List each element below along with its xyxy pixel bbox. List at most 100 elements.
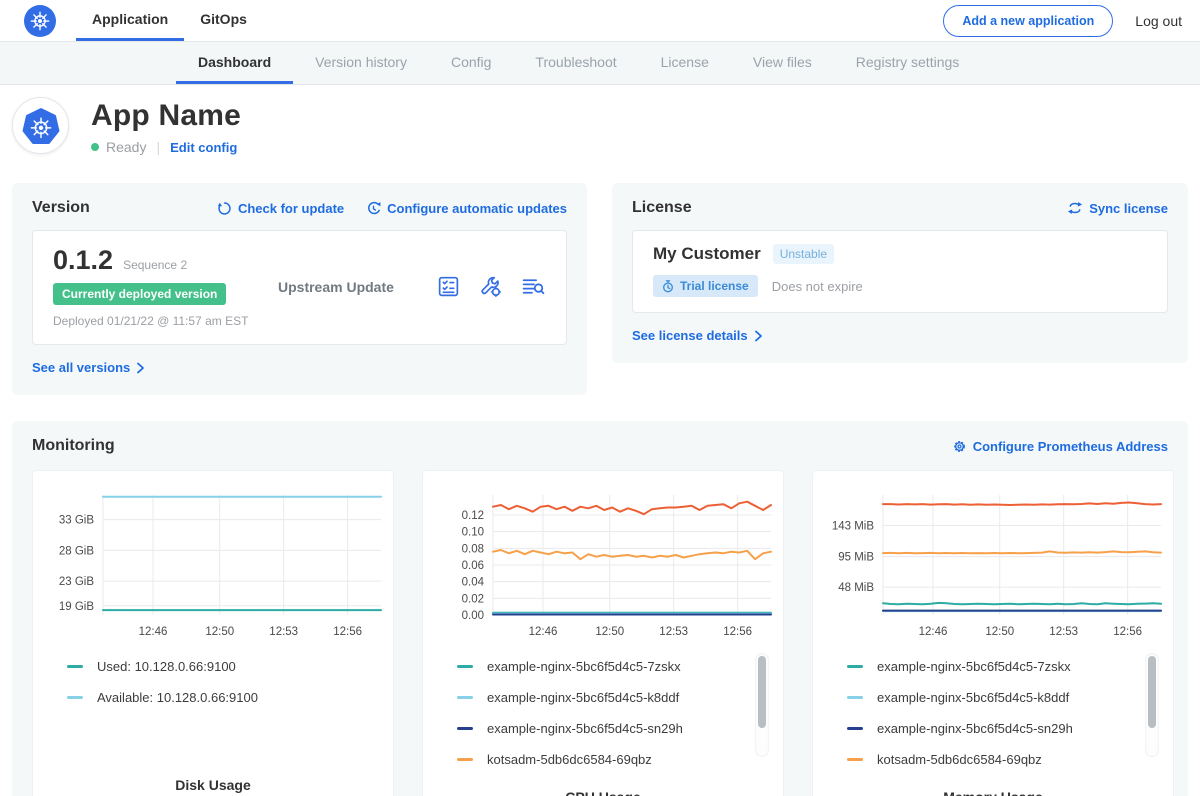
gear-icon [952, 439, 967, 454]
subnav-tab-view-files[interactable]: View files [731, 42, 834, 84]
monitoring-title: Monitoring [32, 437, 115, 455]
legend-label: kotsadm-5db6dc6584-69qbz [487, 752, 652, 767]
license-card: License Sync license My Customer Uns [612, 183, 1188, 363]
divider: | [156, 139, 160, 155]
edit-config-link[interactable]: Edit config [170, 140, 237, 155]
trial-license-badge: Trial license [653, 275, 758, 297]
svg-text:12:46: 12:46 [919, 626, 948, 638]
monitoring-card: Monitoring Configure Prometheus Address … [12, 421, 1188, 796]
see-license-details-link[interactable]: See license details [632, 328, 763, 343]
legend-item: Used: 10.128.0.66:9100 [67, 659, 389, 674]
legend-label: Available: 10.128.0.66:9100 [97, 690, 258, 705]
subnav-tab-license[interactable]: License [639, 42, 731, 84]
legend-scrollbar-thumb[interactable] [758, 656, 766, 728]
legend-item: example-nginx-5bc6f5d4c5-7zskx [847, 659, 1169, 674]
topnav-tabs: Application GitOps [76, 0, 263, 41]
config-wrench-icon[interactable] [478, 274, 503, 299]
customer-name: My Customer [653, 244, 761, 264]
legend-scrollbar-thumb[interactable] [1148, 656, 1156, 728]
legend-item: example-nginx-5bc6f5d4c5-sn29h [457, 721, 779, 736]
legend-item: example-nginx-5bc6f5d4c5-k8ddf [847, 690, 1169, 705]
svg-text:0.00: 0.00 [462, 610, 484, 622]
version-card: Version Check for update Configure au [12, 183, 587, 395]
legend-dash-icon [67, 665, 83, 668]
app-header: App Name Ready | Edit config [0, 85, 1200, 171]
legend-label: Used: 10.128.0.66:9100 [97, 659, 236, 674]
add-application-button[interactable]: Add a new application [943, 5, 1113, 37]
subnav-tab-dashboard[interactable]: Dashboard [176, 42, 293, 84]
chevron-right-icon [136, 362, 145, 374]
legend-dash-icon [847, 665, 863, 668]
legend-label: example-nginx-5bc6f5d4c5-sn29h [487, 721, 683, 736]
deployed-timestamp: Deployed 01/21/22 @ 11:57 am EST [53, 314, 278, 328]
legend-scrollbar[interactable] [1145, 653, 1159, 757]
version-card-title: Version [32, 199, 90, 217]
subnav-tab-config[interactable]: Config [429, 42, 513, 84]
svg-text:0.12: 0.12 [462, 510, 484, 522]
chart-title: Disk Usage [37, 777, 389, 793]
topnav-tab-gitops[interactable]: GitOps [184, 0, 263, 41]
app-sub-nav: DashboardVersion historyConfigTroublesho… [0, 42, 1200, 85]
cpu-usage-legend: example-nginx-5bc6f5d4c5-7zskx example-ng… [427, 649, 779, 783]
current-version-row: 0.1.2 Sequence 2 Currently deployed vers… [32, 230, 567, 345]
kubernetes-logo-icon[interactable] [24, 5, 56, 37]
svg-text:12:50: 12:50 [205, 626, 234, 638]
view-deploy-logs-icon[interactable] [520, 274, 546, 299]
legend-item: example-nginx-5bc6f5d4c5-7zskx [457, 659, 779, 674]
topnav-tab-application[interactable]: Application [76, 0, 184, 41]
svg-text:12:56: 12:56 [723, 626, 752, 638]
chart-title: Memory Usage [817, 789, 1169, 796]
disk-usage-plot: 33 GiB28 GiB23 GiB19 GiB12:4612:5012:531… [37, 483, 389, 649]
preflight-checks-icon[interactable] [436, 274, 461, 299]
memory-usage-plot: 143 MiB95 MiB48 MiB12:4612:5012:5312:56 [817, 483, 1169, 649]
version-source-label: Upstream Update [278, 279, 436, 295]
chart-title: CPU Usage [427, 789, 779, 796]
cpu-usage-chart-card: 0.120.100.080.060.040.020.0012:4612:5012… [422, 470, 784, 796]
legend-item: example-nginx-5bc6f5d4c5-sn29h [847, 721, 1169, 736]
version-sequence: Sequence 2 [123, 258, 187, 272]
disk-usage-chart-card: 33 GiB28 GiB23 GiB19 GiB12:4612:5012:531… [32, 470, 394, 796]
logout-link[interactable]: Log out [1135, 13, 1182, 29]
legend-label: example-nginx-5bc6f5d4c5-7zskx [877, 659, 1071, 674]
svg-text:12:46: 12:46 [529, 626, 558, 638]
status-badge: Ready [106, 139, 146, 155]
configure-automatic-updates-link[interactable]: Configure automatic updates [366, 201, 567, 216]
legend-item: example-nginx-5bc6f5d4c5-k8ddf [457, 690, 779, 705]
legend-dash-icon [847, 758, 863, 761]
check-for-update-link[interactable]: Check for update [217, 201, 344, 216]
svg-text:12:56: 12:56 [1113, 626, 1142, 638]
see-all-versions-link[interactable]: See all versions [32, 360, 145, 375]
memory-usage-chart-card: 143 MiB95 MiB48 MiB12:4612:5012:5312:56e… [812, 470, 1174, 796]
page-title: App Name [91, 99, 241, 133]
legend-dash-icon [847, 727, 863, 730]
legend-dash-icon [457, 727, 473, 730]
legend-label: example-nginx-5bc6f5d4c5-k8ddf [877, 690, 1069, 705]
svg-text:0.04: 0.04 [462, 577, 485, 589]
subnav-tab-troubleshoot[interactable]: Troubleshoot [513, 42, 638, 84]
subnav-tab-version-history[interactable]: Version history [293, 42, 429, 84]
svg-text:95 MiB: 95 MiB [838, 552, 874, 564]
license-summary-row: My Customer Unstable Trial license Does … [632, 230, 1168, 313]
legend-dash-icon [847, 696, 863, 699]
cpu-usage-plot: 0.120.100.080.060.040.020.0012:4612:5012… [427, 483, 779, 649]
svg-text:33 GiB: 33 GiB [59, 515, 94, 527]
sync-license-link[interactable]: Sync license [1067, 201, 1168, 216]
legend-dash-icon [67, 696, 83, 699]
refresh-icon [217, 201, 232, 216]
svg-text:0.10: 0.10 [462, 527, 484, 539]
memory-usage-legend: example-nginx-5bc6f5d4c5-7zskx example-ng… [817, 649, 1169, 783]
legend-label: kotsadm-5db6dc6584-69qbz [877, 752, 1042, 767]
svg-text:12:53: 12:53 [269, 626, 298, 638]
svg-text:48 MiB: 48 MiB [838, 582, 874, 594]
subnav-tab-registry-settings[interactable]: Registry settings [834, 42, 981, 84]
status-dot-icon [91, 143, 99, 151]
svg-text:0.06: 0.06 [462, 560, 484, 572]
legend-label: example-nginx-5bc6f5d4c5-sn29h [877, 721, 1073, 736]
configure-prometheus-link[interactable]: Configure Prometheus Address [952, 439, 1168, 454]
legend-item: Available: 10.128.0.66:9100 [67, 690, 389, 705]
svg-text:28 GiB: 28 GiB [59, 545, 94, 557]
legend-label: example-nginx-5bc6f5d4c5-7zskx [487, 659, 681, 674]
legend-dash-icon [457, 696, 473, 699]
legend-item: kotsadm-5db6dc6584-69qbz [457, 752, 779, 767]
legend-scrollbar[interactable] [755, 653, 769, 757]
